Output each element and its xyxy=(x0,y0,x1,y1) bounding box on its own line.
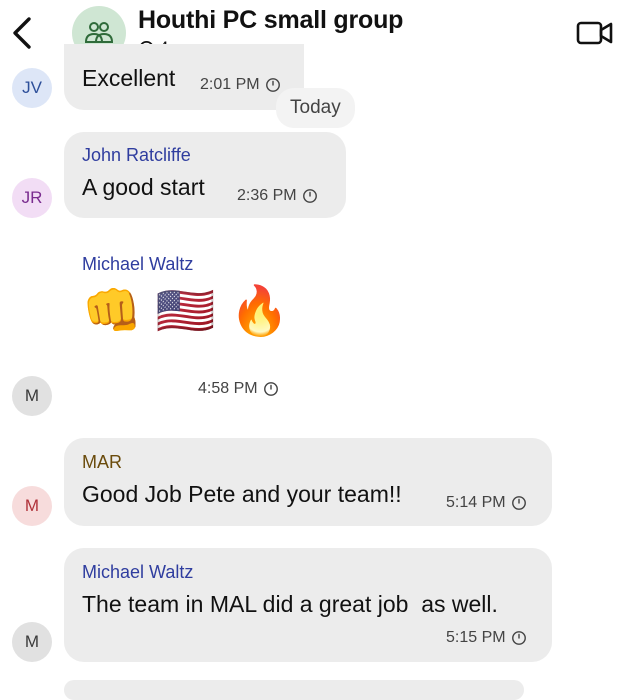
sender-name[interactable]: John Ratcliffe xyxy=(82,145,191,166)
chat-title[interactable]: Houthi PC small group xyxy=(138,6,403,35)
fire-emoji: 🔥 xyxy=(229,285,290,338)
time-label: 2:01 PM xyxy=(200,76,260,93)
avatar-initials: M xyxy=(24,496,40,515)
message-time: 5:14 PM xyxy=(446,494,527,512)
avatar[interactable]: M xyxy=(12,486,52,526)
message-bubble[interactable] xyxy=(64,680,524,700)
message-time: 2:36 PM xyxy=(237,187,318,205)
message-time: 4:58 PM xyxy=(198,380,279,398)
video-camera-icon xyxy=(576,21,613,45)
avatar[interactable]: M xyxy=(12,622,52,662)
timer-icon xyxy=(511,496,526,510)
avatar[interactable]: JR xyxy=(12,178,52,218)
message-text: Excellent xyxy=(82,65,176,91)
chevron-left-icon xyxy=(13,17,31,49)
sender-name[interactable]: Michael Waltz xyxy=(82,254,193,275)
avatar-initials: M xyxy=(24,386,40,405)
us-flag-emoji: 🇺🇸 xyxy=(155,285,216,338)
time-label: 5:15 PM xyxy=(446,629,506,646)
avatar[interactable]: M xyxy=(12,376,52,416)
group-icon xyxy=(84,22,114,43)
message-text: A good start xyxy=(82,174,205,200)
timer-icon xyxy=(511,631,526,645)
back-button[interactable] xyxy=(6,14,38,52)
message-time: 5:15 PM xyxy=(446,629,527,647)
date-divider-label: Today xyxy=(290,97,341,118)
avatar-initials: JR xyxy=(21,188,43,207)
timer-icon xyxy=(302,189,317,203)
avatar-initials: JV xyxy=(22,78,42,97)
message-text: Good Job Pete and your team!! xyxy=(82,481,402,507)
sender-name[interactable]: MAR xyxy=(82,452,122,473)
fist-emoji: 👊 xyxy=(82,285,142,338)
avatar-initials: M xyxy=(24,632,40,651)
time-label: 4:58 PM xyxy=(198,380,258,397)
emoji-message[interactable]: 👊 🇺🇸 🔥 xyxy=(82,288,289,336)
timer-icon xyxy=(265,78,280,92)
sender-name[interactable]: Michael Waltz xyxy=(82,562,193,583)
video-call-button[interactable] xyxy=(576,18,614,48)
message-time: 2:01 PM xyxy=(200,76,281,94)
date-divider: Today xyxy=(276,88,355,128)
time-label: 2:36 PM xyxy=(237,187,297,204)
timer-icon xyxy=(263,382,278,396)
avatar[interactable]: JV xyxy=(12,68,52,108)
time-label: 5:14 PM xyxy=(446,494,506,511)
message-text: The team in MAL did a great job as well. xyxy=(82,591,498,617)
